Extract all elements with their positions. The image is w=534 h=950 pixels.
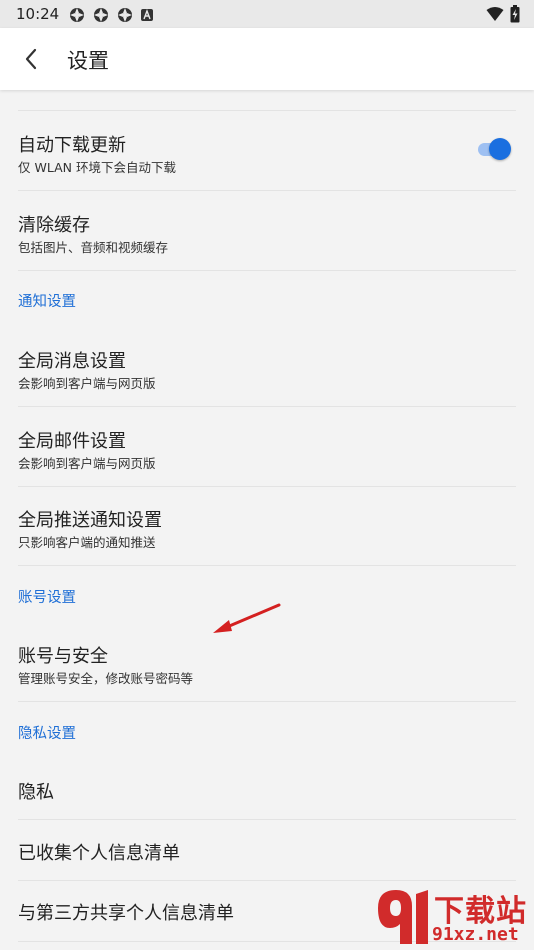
settings-item-global-message[interactable]: 全局消息设置 会影响到客户端与网页版 bbox=[18, 327, 516, 407]
settings-item-partial bbox=[18, 90, 516, 111]
watermark-url: 91xz.net bbox=[432, 924, 519, 945]
settings-item-subtitle: 包括图片、音频和视频缓存 bbox=[18, 240, 169, 255]
keyboard-a-icon bbox=[141, 9, 153, 21]
settings-item-global-push[interactable]: 全局推送通知设置 只影响客户端的通知推送 bbox=[18, 487, 516, 566]
auto-download-toggle[interactable] bbox=[476, 138, 512, 160]
settings-item-title: 全局邮件设置 bbox=[18, 431, 126, 452]
settings-item-collected-info[interactable]: 已收集个人信息清单 bbox=[18, 820, 516, 881]
settings-item-auto-download[interactable]: 自动下载更新 仅 WLAN 环境下会自动下载 bbox=[18, 111, 516, 191]
settings-item-subtitle: 仅 WLAN 环境下会自动下载 bbox=[18, 160, 176, 175]
app-notification-icon bbox=[94, 8, 108, 22]
page-title: 设置 bbox=[67, 49, 109, 73]
settings-item-global-mail[interactable]: 全局邮件设置 会影响到客户端与网页版 bbox=[18, 407, 516, 487]
app-bar: 设置 bbox=[0, 28, 534, 90]
settings-item-subtitle: 会影响到客户端与网页版 bbox=[18, 456, 156, 471]
section-header-notify: 通知设置 bbox=[18, 294, 76, 310]
status-system-icons bbox=[486, 5, 520, 23]
watermark-logo: 下载站 91xz.net bbox=[370, 886, 534, 950]
settings-item-title: 自动下载更新 bbox=[18, 135, 126, 156]
settings-item-subtitle: 只影响客户端的通知推送 bbox=[18, 535, 156, 550]
battery-charging-icon bbox=[510, 5, 520, 23]
settings-item-title: 清除缓存 bbox=[18, 215, 90, 236]
status-notification-icons bbox=[68, 6, 154, 24]
settings-item-subtitle: 会影响到客户端与网页版 bbox=[18, 376, 156, 391]
app-notification-icon bbox=[118, 8, 132, 22]
settings-item-title: 隐私 bbox=[18, 782, 54, 803]
chevron-left-icon bbox=[25, 48, 37, 70]
app-notification-icon bbox=[70, 8, 84, 22]
section-header-account: 账号设置 bbox=[18, 590, 76, 606]
back-button[interactable] bbox=[14, 42, 48, 76]
settings-item-subtitle: 管理账号安全，修改账号密码等 bbox=[18, 671, 194, 686]
settings-item-title: 已收集个人信息清单 bbox=[18, 843, 180, 864]
annotation-arrow-icon bbox=[213, 603, 281, 633]
settings-item-title: 全局消息设置 bbox=[18, 351, 126, 372]
settings-item-privacy[interactable]: 隐私 bbox=[18, 758, 516, 820]
settings-list[interactable]: 自动下载更新 仅 WLAN 环境下会自动下载 清除缓存 包括图片、音频和视频缓存… bbox=[0, 90, 534, 950]
settings-item-clear-cache[interactable]: 清除缓存 包括图片、音频和视频缓存 bbox=[18, 191, 516, 271]
status-bar: 10:24 bbox=[0, 0, 534, 28]
settings-item-title: 账号与安全 bbox=[18, 646, 108, 667]
wifi-icon bbox=[486, 7, 504, 21]
settings-item-title: 与第三方共享个人信息清单 bbox=[18, 903, 234, 924]
toggle-thumb bbox=[489, 138, 511, 160]
watermark-91-logo-icon bbox=[378, 890, 428, 944]
status-time: 10:24 bbox=[16, 5, 60, 23]
settings-item-title: 全局推送通知设置 bbox=[18, 510, 162, 531]
section-header-privacy: 隐私设置 bbox=[18, 726, 76, 742]
